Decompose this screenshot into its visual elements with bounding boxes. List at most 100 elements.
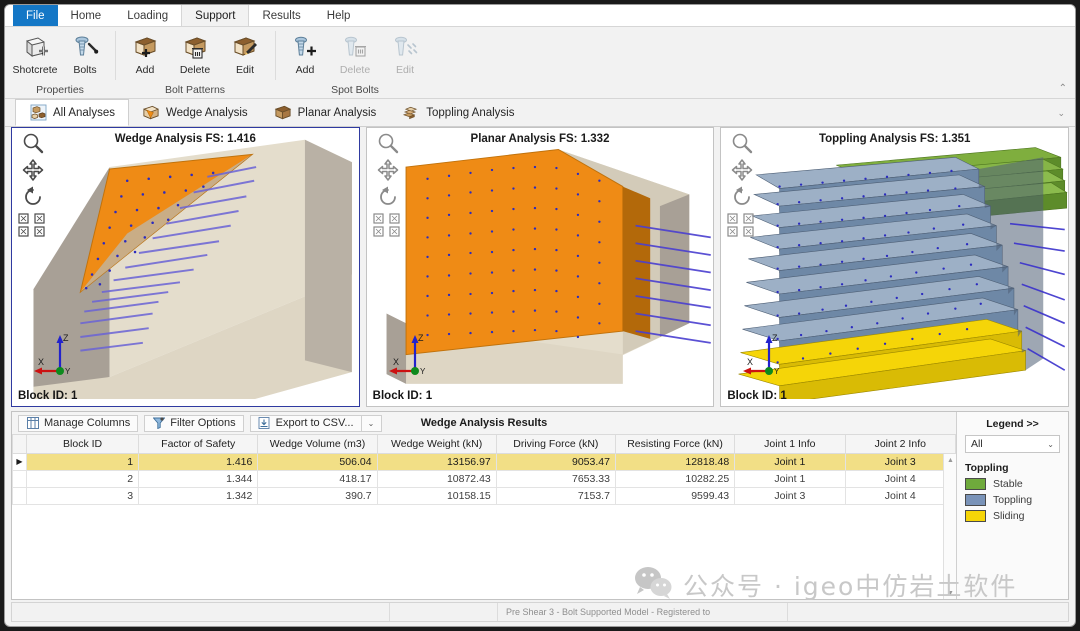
ribbon-tab-home[interactable]: Home bbox=[58, 5, 115, 26]
cell-wedge-volume: 418.17 bbox=[258, 470, 377, 487]
legend-label-sliding: Sliding bbox=[993, 510, 1025, 522]
viewport-wedge-block-id: Block ID: 1 bbox=[18, 390, 77, 402]
svg-text:Y: Y bbox=[65, 367, 71, 376]
tab-all-analyses[interactable]: All Analyses bbox=[15, 99, 129, 126]
table-vertical-scrollbar[interactable]: ▲ ▼ bbox=[943, 454, 956, 599]
tab-planar-analysis[interactable]: Planar Analysis bbox=[261, 99, 390, 126]
pattern-add-button[interactable]: Add bbox=[121, 30, 169, 76]
scroll-down-icon[interactable]: ▼ bbox=[944, 587, 956, 599]
viewport-wedge[interactable]: Wedge Analysis FS: 1.416 bbox=[11, 127, 360, 407]
results-table-wrapper: Manage Columns Filter Options bbox=[12, 412, 956, 599]
pattern-edit-button[interactable]: Edit bbox=[221, 30, 269, 76]
application-window: File Home Loading Support Results Help bbox=[4, 4, 1076, 627]
pattern-delete-button[interactable]: Delete bbox=[171, 30, 219, 76]
pan-tool-icon[interactable] bbox=[731, 159, 753, 181]
col-header-wedge-weight[interactable]: Wedge Weight (kN) bbox=[377, 435, 496, 453]
row-marker: ▶ bbox=[13, 453, 27, 470]
col-header-factor-of-safety[interactable]: Factor of Safety bbox=[139, 435, 258, 453]
ribbon-tab-support[interactable]: Support bbox=[181, 5, 249, 26]
manage-columns-label: Manage Columns bbox=[44, 417, 130, 429]
spotbolt-delete-icon bbox=[340, 32, 370, 62]
svg-text:X: X bbox=[747, 357, 753, 367]
tab-wedge-analysis-label: Wedge Analysis bbox=[166, 107, 248, 119]
ribbon-tab-bar: File Home Loading Support Results Help bbox=[5, 5, 1075, 27]
viewport-wedge-title: Wedge Analysis FS: 1.416 bbox=[12, 133, 359, 145]
table-row[interactable]: 3 1.342 390.7 10158.15 7153.7 9599.43 Jo… bbox=[13, 487, 956, 504]
spotbolt-add-button[interactable]: Add bbox=[281, 30, 329, 76]
svg-text:X: X bbox=[393, 357, 399, 367]
ribbon-collapse-chevron-icon[interactable]: ⌃ bbox=[1059, 83, 1067, 94]
cell-block-id: 1 bbox=[27, 453, 139, 470]
shotcrete-button[interactable]: Shotcrete bbox=[11, 30, 59, 76]
col-header-driving-force[interactable]: Driving Force (kN) bbox=[496, 435, 615, 453]
status-bar: Pre Shear 3 - Bolt Supported Model - Reg… bbox=[11, 602, 1069, 622]
rotate-tool-icon[interactable] bbox=[22, 186, 44, 208]
table-row[interactable]: 2 1.344 418.17 10872.43 7653.33 10282.25… bbox=[13, 470, 956, 487]
table-row[interactable]: ▶ 1 1.416 506.04 13156.97 9053.47 12818.… bbox=[13, 453, 956, 470]
axis-triad-toppling: Z X Y bbox=[741, 331, 797, 382]
table-header-row: Block ID Factor of Safety Wedge Volume (… bbox=[13, 435, 956, 453]
zoom-tool-icon[interactable] bbox=[22, 132, 44, 154]
legend-title[interactable]: Legend >> bbox=[965, 418, 1060, 430]
rotate-tool-icon[interactable] bbox=[731, 186, 753, 208]
export-csv-button[interactable]: Export to CSV... bbox=[250, 415, 362, 432]
wedge-icon bbox=[142, 104, 160, 122]
viewport-toppling[interactable]: Toppling Analysis FS: 1.351 bbox=[720, 127, 1069, 407]
pan-tool-icon[interactable] bbox=[22, 159, 44, 181]
status-segment-4 bbox=[788, 603, 1068, 621]
cell-wedge-volume: 390.7 bbox=[258, 487, 377, 504]
ribbon-tab-loading[interactable]: Loading bbox=[114, 5, 181, 26]
col-header-block-id[interactable]: Block ID bbox=[27, 435, 139, 453]
filter-options-label: Filter Options bbox=[170, 417, 235, 429]
tab-wedge-analysis[interactable]: Wedge Analysis bbox=[129, 99, 261, 126]
ribbon-group-properties: Shotcrete Bolts Properties bbox=[5, 27, 115, 98]
ribbon-group-bolt-patterns-label: Bolt Patterns bbox=[121, 84, 269, 98]
status-segment-2 bbox=[390, 603, 498, 621]
manage-columns-button[interactable]: Manage Columns bbox=[18, 415, 138, 432]
export-icon bbox=[258, 417, 271, 430]
zoom-extents-tool-icon[interactable] bbox=[18, 213, 48, 237]
toppling-icon bbox=[402, 104, 420, 122]
viewport-wedge-tools bbox=[16, 132, 50, 237]
analysis-tab-strip: All Analyses Wedge Analysis bbox=[5, 99, 1075, 127]
ribbon-tab-file[interactable]: File bbox=[13, 5, 58, 26]
cell-factor-of-safety: 1.342 bbox=[139, 487, 258, 504]
col-header-joint2-info[interactable]: Joint 2 Info bbox=[845, 435, 955, 453]
scroll-up-icon[interactable]: ▲ bbox=[944, 454, 956, 466]
ribbon-tab-help[interactable]: Help bbox=[314, 5, 364, 26]
axis-triad-planar: Z X Y bbox=[387, 331, 443, 382]
cell-factor-of-safety: 1.344 bbox=[139, 470, 258, 487]
zoom-extents-tool-icon[interactable] bbox=[373, 213, 403, 237]
zoom-tool-icon[interactable] bbox=[377, 132, 399, 154]
pattern-edit-label: Edit bbox=[236, 64, 254, 76]
col-header-resisting-force[interactable]: Resisting Force (kN) bbox=[615, 435, 734, 453]
viewport-planar-tools bbox=[371, 132, 405, 237]
export-csv-dropdown-icon[interactable]: ⌄ bbox=[362, 415, 382, 432]
viewport-planar[interactable]: Planar Analysis FS: 1.332 bbox=[366, 127, 715, 407]
cell-driving-force: 7653.33 bbox=[496, 470, 615, 487]
pattern-edit-icon bbox=[230, 32, 260, 62]
rotate-tool-icon[interactable] bbox=[377, 186, 399, 208]
pan-tool-icon[interactable] bbox=[377, 159, 399, 181]
svg-text:X: X bbox=[38, 357, 44, 367]
cell-block-id: 2 bbox=[27, 470, 139, 487]
bolt-properties-button[interactable]: Bolts bbox=[61, 30, 109, 76]
pattern-add-icon bbox=[130, 32, 160, 62]
viewport-toppling-block-id: Block ID: 1 bbox=[727, 390, 786, 402]
zoom-extents-tool-icon[interactable] bbox=[727, 213, 757, 237]
filter-options-button[interactable]: Filter Options bbox=[144, 415, 243, 432]
analysis-tabs-chevron-icon[interactable]: ⌄ bbox=[1057, 108, 1065, 119]
svg-text:Y: Y bbox=[774, 367, 780, 376]
legend-swatch-toppling bbox=[965, 494, 986, 506]
col-header-joint1-info[interactable]: Joint 1 Info bbox=[735, 435, 845, 453]
tab-toppling-analysis[interactable]: Toppling Analysis bbox=[389, 99, 527, 126]
legend-filter-select[interactable]: All ⌄ bbox=[965, 435, 1060, 453]
legend-entry-sliding: Sliding bbox=[965, 510, 1060, 522]
col-header-wedge-volume[interactable]: Wedge Volume (m3) bbox=[258, 435, 377, 453]
grid-toolbar: Manage Columns Filter Options bbox=[12, 412, 956, 435]
cell-joint2-info: Joint 3 bbox=[845, 453, 955, 470]
zoom-tool-icon[interactable] bbox=[731, 132, 753, 154]
planar-icon bbox=[274, 104, 292, 122]
ribbon-tab-results[interactable]: Results bbox=[249, 5, 313, 26]
svg-text:Y: Y bbox=[420, 367, 426, 376]
